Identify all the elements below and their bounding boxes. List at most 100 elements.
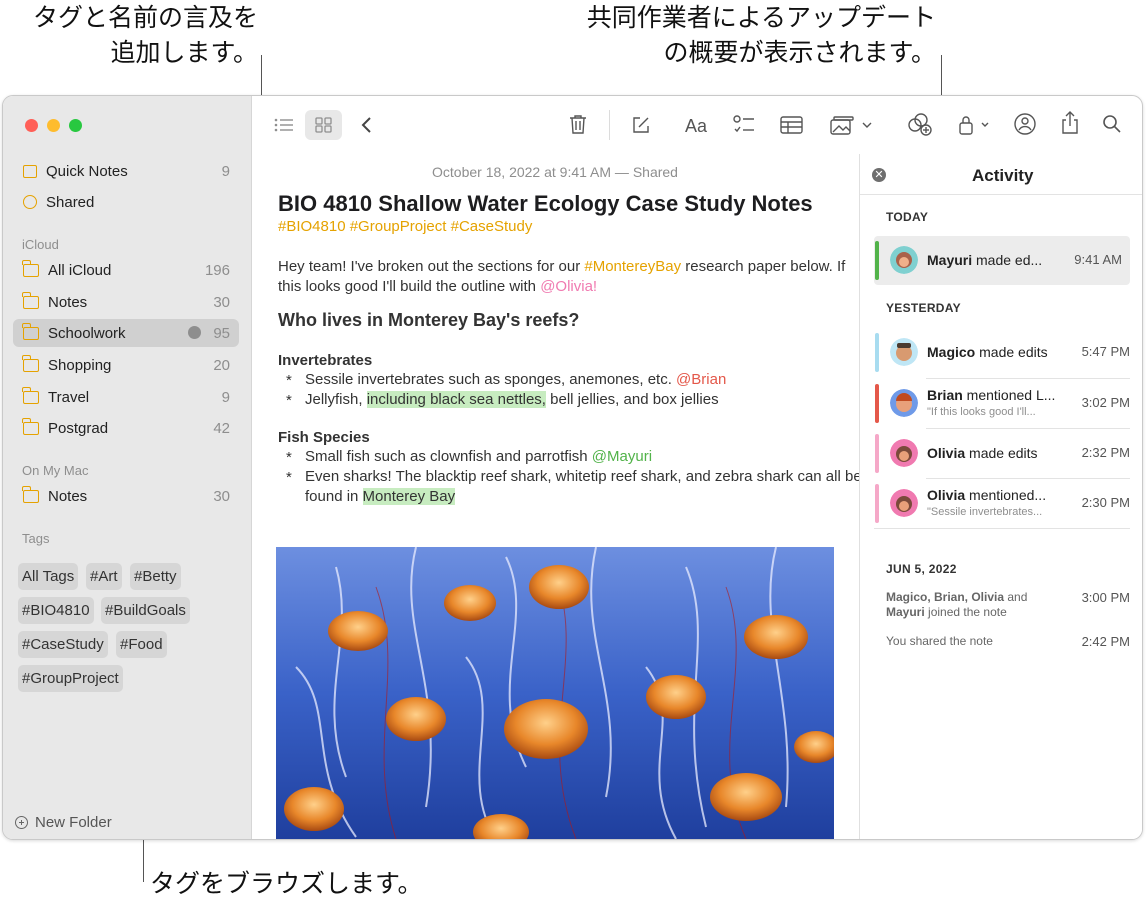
sidebar-item-label: Shopping [48,356,112,374]
sidebar-item-count: 42 [213,419,230,437]
lock-icon[interactable] [958,114,992,136]
activity-color-bar [875,434,879,473]
sidebar-item-travel[interactable]: Travel 9 [13,383,239,411]
compose-icon[interactable] [631,115,651,135]
sidebar-item-postgrad[interactable]: Postgrad 42 [13,414,239,442]
new-folder-button[interactable]: New Folder [15,814,112,831]
format-text-button[interactable]: Aa [685,115,707,137]
activity-color-bar [875,384,879,423]
memoji-avatar-olivia [890,439,918,467]
section-header-icloud: iCloud [22,237,59,252]
back-chevron-icon[interactable] [360,116,372,134]
zoom-window-button[interactable] [69,119,82,132]
media-icon[interactable] [830,116,876,136]
trash-icon[interactable] [569,114,587,134]
tag-betty[interactable]: #Betty [130,563,181,590]
callout-tags-mentions: タグと名前の言及を 追加します。 [8,0,258,70]
activity-text: Brian mentioned L... [927,387,1067,403]
bullet-item[interactable]: Even sharks! The blacktip reef shark, wh… [286,467,865,506]
sidebar-item-shared[interactable]: Shared [13,188,239,216]
memoji-avatar-brian [890,389,918,417]
add-circle-icon [15,816,28,829]
quick-notes-icon [23,164,37,178]
tag-food[interactable]: #Food [116,631,167,658]
tag-all-tags[interactable]: All Tags [18,563,79,590]
jellyfish-image [276,547,834,839]
folder-icon [22,354,39,372]
activity-section-jun-5: JUN 5, 2022 [886,562,957,576]
text-run: bell jellies, and box jellies [545,391,719,408]
tag-buildgoals[interactable]: #BuildGoals [101,597,190,624]
collaborate-link-icon[interactable] [907,112,933,136]
sidebar-item-shopping[interactable]: Shopping 20 [13,351,239,379]
folder-icon [22,485,39,503]
activity-row-mayuri[interactable]: Mayuri made ed... 9:41 AM [874,236,1130,285]
activity-color-bar [875,241,879,280]
bullet-item[interactable]: Sessile invertebrates such as sponges, a… [286,370,865,390]
callout-browse-tags: タグをブラウズします。 [150,869,423,898]
activity-row-brian[interactable]: Brian mentioned L... "If this looks good… [874,379,1130,428]
activity-divider [874,528,1130,529]
note-date: October 18, 2022 at 9:41 AM — Shared [432,164,678,180]
mention-olivia[interactable]: @Olivia! [540,278,597,295]
bullet-item[interactable]: Small fish such as clownfish and parrotf… [286,447,865,467]
list-view-icon[interactable] [274,117,294,133]
share-person-icon[interactable] [1012,112,1038,136]
tag-bio4810[interactable]: #BIO4810 [18,597,94,624]
activity-text: Mayuri made ed... [927,252,1067,268]
text-run: Hey team! I've broken out the sections f… [278,258,585,275]
activity-action: mentioned L... [962,387,1056,403]
activity-name: Magico [927,344,976,360]
inline-tag[interactable]: #MontereyBay [584,258,681,275]
note-tags-line[interactable]: #BIO4810 #GroupProject #CaseStudy [278,218,532,235]
callout-text: 追加します。 [110,38,258,67]
search-icon[interactable] [1102,114,1122,134]
tag-casestudy[interactable]: #CaseStudy [18,631,108,658]
close-icon[interactable]: ✕ [872,168,886,182]
activity-shared-note: You shared the note [886,634,993,648]
shared-person-icon [23,195,37,209]
tag-groupproject[interactable]: #GroupProject [18,665,123,692]
activity-time: 3:02 PM [1081,395,1130,410]
callout-activity: 共同作業者によるアップデート の概要が表示されます。 [546,0,936,70]
shared-folder-icon [188,326,201,339]
new-folder-label: New Folder [35,814,112,831]
highlighted-text: including black sea nettles, [366,391,546,408]
activity-row-olivia[interactable]: Olivia made edits 2:32 PM [874,429,1130,478]
activity-row-magico[interactable]: Magico made edits 5:47 PM [874,328,1130,377]
activity-joined-rest: joined the note [924,605,1007,619]
activity-subtext: "If this looks good I'll... [927,406,1036,418]
note-intro-paragraph[interactable]: Hey team! I've broken out the sections f… [278,257,848,296]
mention-mayuri[interactable]: @Mayuri [592,448,652,465]
activity-time: 2:32 PM [1081,445,1130,460]
activity-name: Olivia [927,445,966,461]
close-window-button[interactable] [25,119,38,132]
tag-art[interactable]: #Art [86,563,122,590]
activity-action: made ed... [972,252,1043,268]
table-icon[interactable] [780,116,803,134]
callout-text: 共同作業者によるアップデート [586,3,936,32]
sidebar-item-all-icloud[interactable]: All iCloud 196 [13,256,239,284]
gallery-view-button[interactable] [305,110,342,140]
share-icon[interactable] [1060,111,1080,135]
sidebar-item-quick-notes[interactable]: Quick Notes 9 [13,157,239,185]
activity-panel: ✕ Activity TODAY Mayuri made ed... 9:41 … [859,154,1142,839]
folder-icon [22,386,39,404]
activity-row-olivia-mention[interactable]: Olivia mentioned... "Sessile invertebrat… [874,479,1130,528]
activity-joined-names: Magico, Brian, Olivia [886,590,1005,604]
sidebar-item-mac-notes[interactable]: Notes 30 [13,482,239,510]
activity-time: 5:47 PM [1081,344,1130,359]
sidebar-item-schoolwork[interactable]: Schoolwork 95 [13,319,239,347]
note-editor[interactable]: October 18, 2022 at 9:41 AM — Shared BIO… [252,154,862,839]
sidebar-item-count: 20 [213,356,230,374]
activity-text: Olivia made edits [927,445,1067,461]
sidebar-item-count: 95 [213,324,230,342]
sidebar-item-count: 9 [221,388,230,406]
bullet-item[interactable]: Jellyfish, including black sea nettles, … [286,390,865,410]
note-title[interactable]: BIO 4810 Shallow Water Ecology Case Stud… [278,191,813,217]
sidebar-item-notes[interactable]: Notes 30 [13,288,239,316]
mention-brian[interactable]: @Brian [676,371,726,388]
checklist-icon[interactable] [733,114,755,136]
activity-title: Activity [972,166,1034,185]
minimize-window-button[interactable] [47,119,60,132]
